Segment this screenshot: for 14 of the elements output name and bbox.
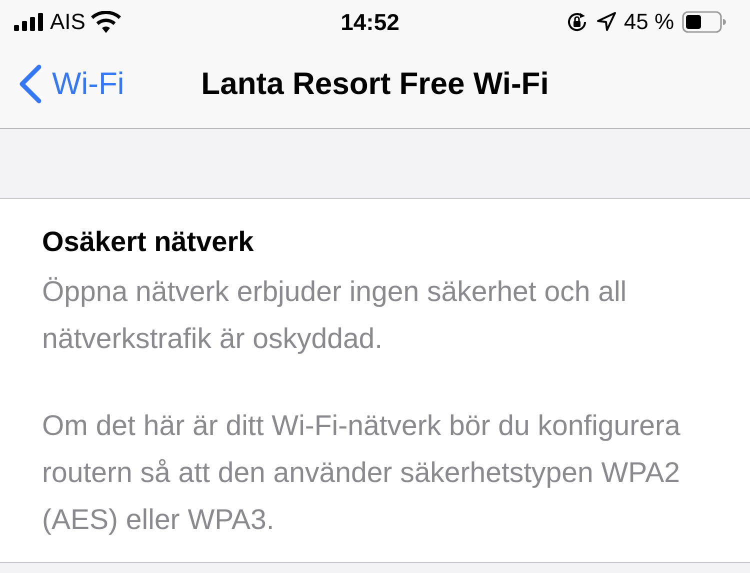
- carrier-name: AIS: [50, 9, 86, 35]
- section-heading: Osäkert nätverk: [42, 225, 255, 259]
- nav-title: Lanta Resort Free Wi-Fi: [201, 66, 549, 102]
- battery-percent: 45 %: [624, 9, 674, 35]
- location-arrow-icon: [596, 12, 616, 32]
- wifi-icon: [91, 11, 122, 33]
- back-chevron-icon: [18, 64, 42, 104]
- description-text: Om det här är ditt Wi-Fi-nätverk bör du konfigurera routern så att den använder säkerhetstypen WPA2 (AES) eller WPA3.: [42, 409, 682, 538]
- clock-time: 14:52: [340, 8, 400, 36]
- back-button[interactable]: Wi-Fi: [0, 54, 124, 114]
- rotation-lock-icon: [566, 11, 588, 33]
- battery-icon: [682, 11, 726, 33]
- signal-icon: [14, 13, 44, 31]
- description-text: Öppna nätverk erbjuder ingen säkerhet och all nätverkstrafik är oskyddad.: [42, 275, 628, 357]
